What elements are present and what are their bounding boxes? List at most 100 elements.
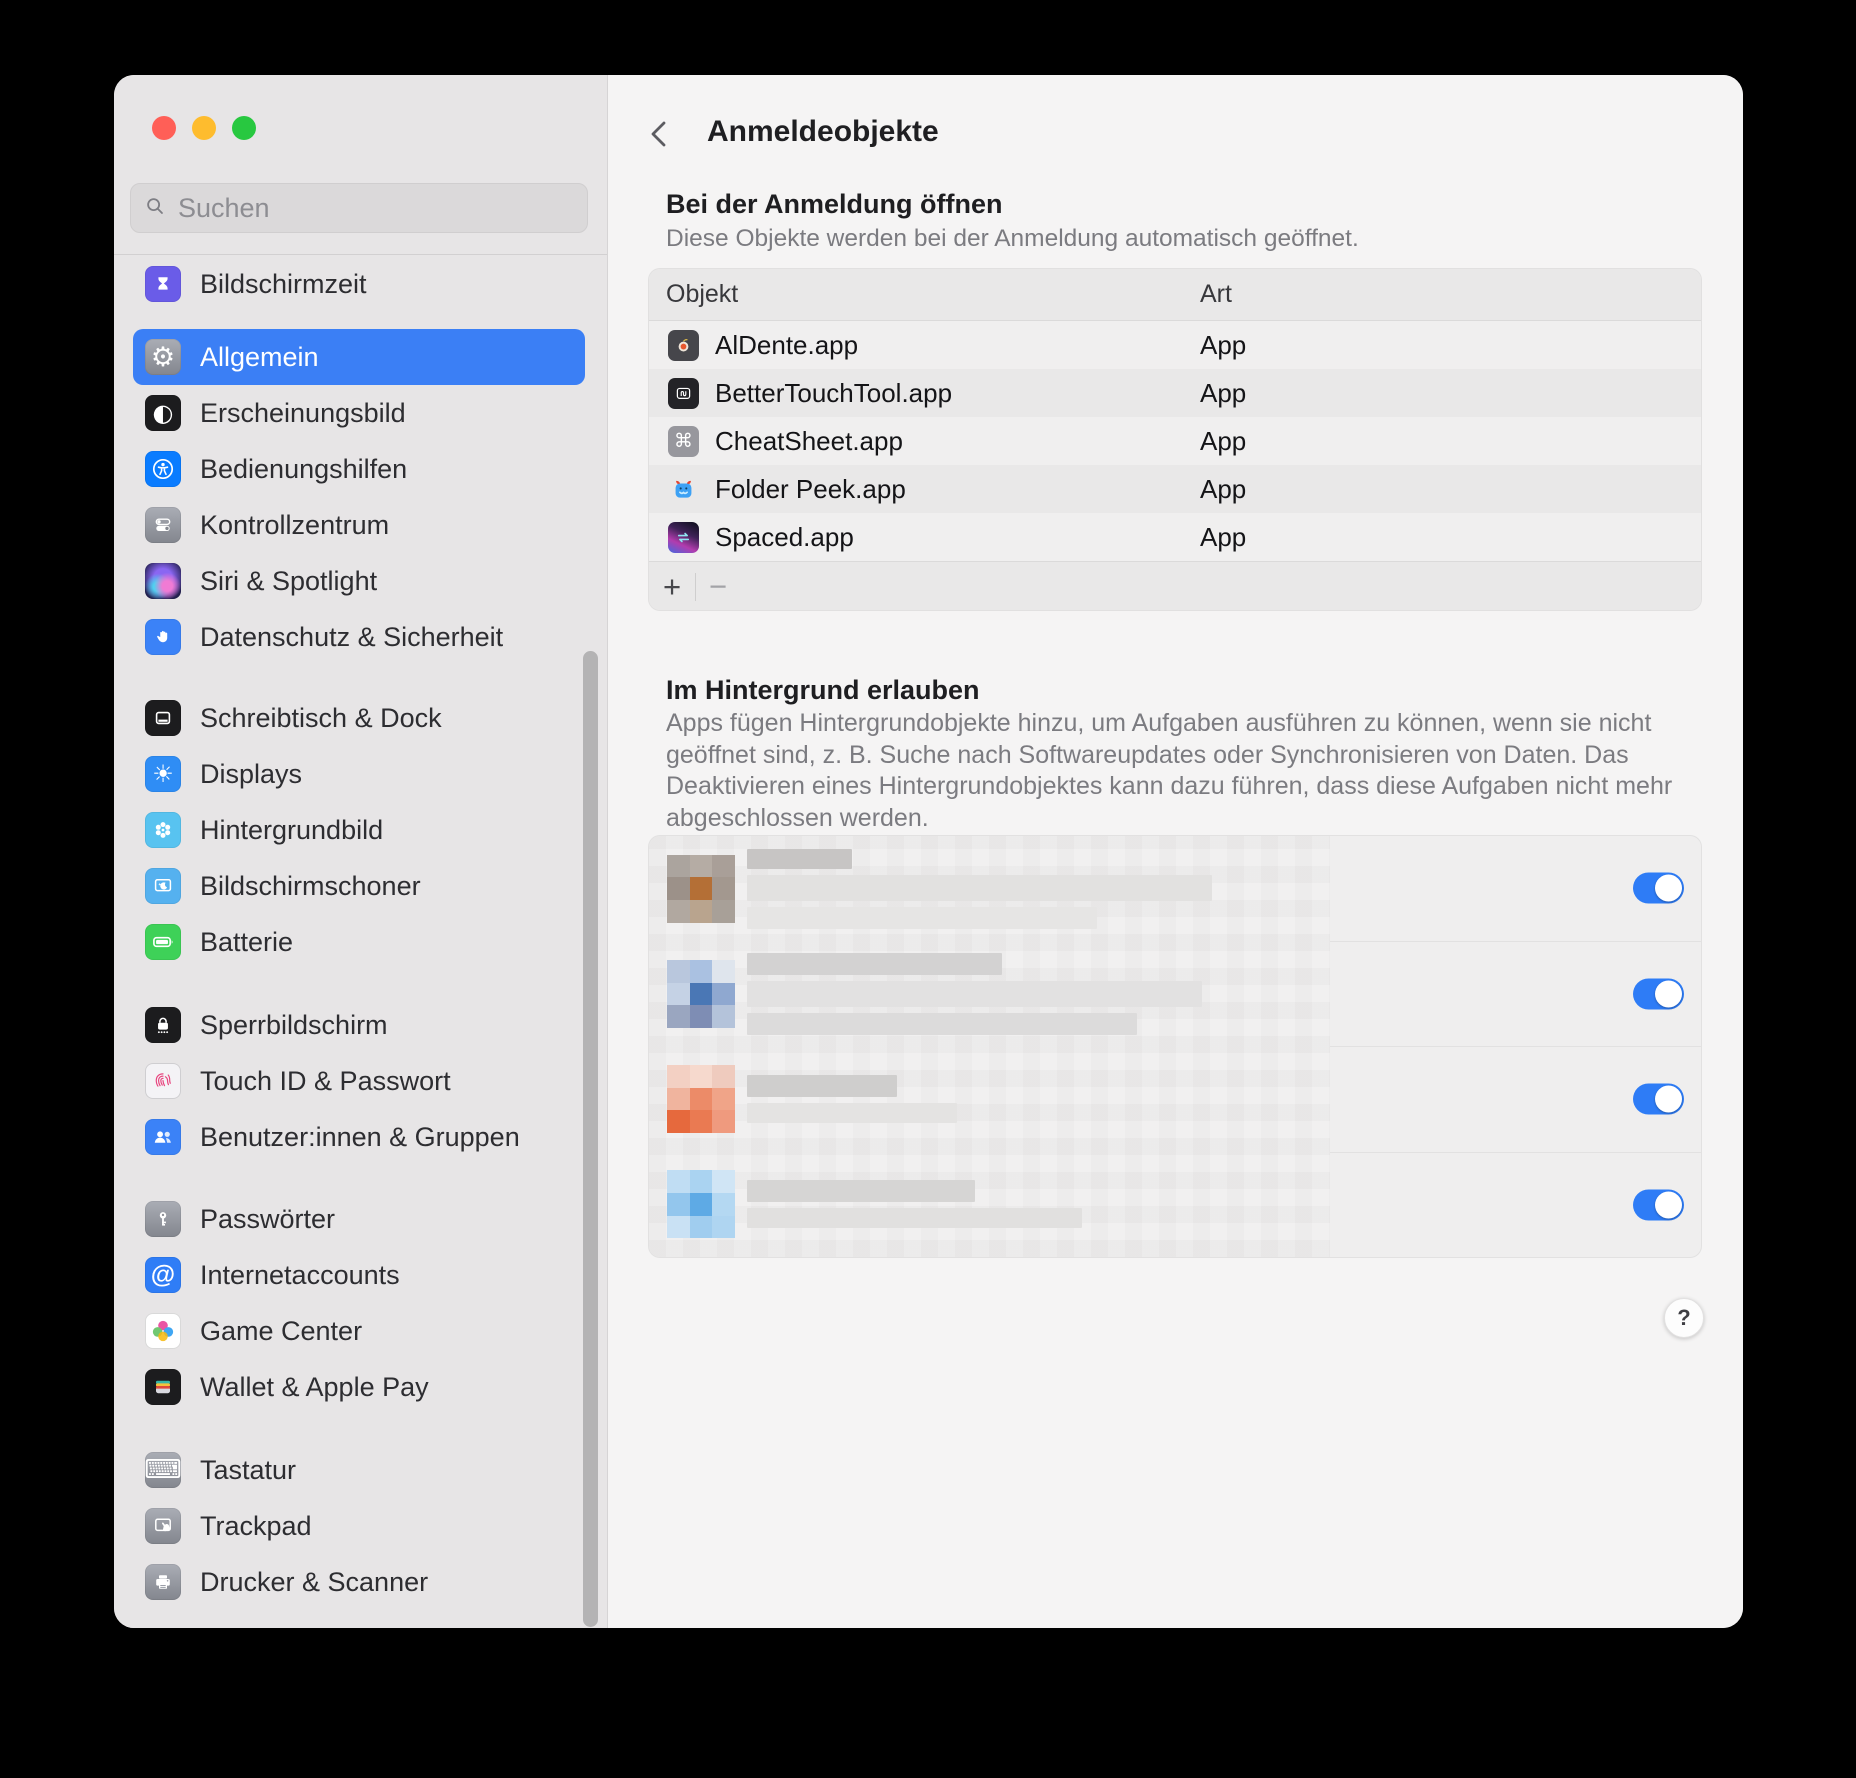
sidebar-item-label: Internetaccounts [200, 1259, 400, 1290]
sidebar-item-kontrollzentrum[interactable]: Kontrollzentrum [133, 497, 585, 553]
sidebar-item-benutzer[interactable]: Benutzer:innen & Gruppen [133, 1109, 585, 1165]
login-item-row[interactable]: AlDente.app App [649, 321, 1701, 369]
sidebar-group: Passwörter @ Internetaccounts Game Center Wa… [133, 1191, 585, 1415]
sidebar-item-batterie[interactable]: Batterie [133, 914, 585, 970]
redacted-background-item [649, 1047, 1330, 1152]
sidebar-item-label: Kontrollzentrum [200, 509, 390, 540]
table-header: Objekt Art [649, 269, 1701, 321]
background-items-panel [648, 835, 1702, 1258]
redacted-text-lines [747, 1075, 957, 1124]
redacted-text-lines [747, 1180, 1082, 1229]
gear-icon: ⚙ [145, 339, 181, 375]
minimize-button[interactable] [192, 116, 216, 140]
sidebar-item-erscheinungsbild[interactable]: ◐ Erscheinungsbild [133, 385, 585, 441]
login-item-name: CheatSheet.app [715, 425, 903, 456]
redacted-app-icon [667, 854, 735, 923]
sidebar-item-allgemein[interactable]: ⚙ Allgemein [133, 329, 585, 385]
sidebar-item-label: Batterie [200, 926, 294, 957]
sidebar-item-label: Wallet & Apple Pay [200, 1371, 429, 1402]
sun-icon: ☀ [145, 756, 181, 792]
login-item-row[interactable]: Folder Peek.app App [649, 465, 1701, 513]
sidebar-item-label: Benutzer:innen & Gruppen [200, 1121, 520, 1152]
sidebar-item-label: Datenschutz & Sicherheit [200, 621, 504, 652]
cheatsheet-app-icon: ⌘ [668, 425, 699, 457]
screen: Bildschirmzeit ⚙ Allgemein ◐ Erscheinungsbil… [0, 0, 1856, 1778]
open-at-login-heading: Bei der Anmeldung öffnen [666, 189, 1003, 219]
sidebar-item-label: Allgemein [200, 341, 319, 372]
sidebar-item-hintergrundbild[interactable]: Hintergrundbild [133, 802, 585, 858]
login-item-object-cell: Spaced.app [649, 521, 1200, 553]
printer-icon [145, 1564, 181, 1600]
redacted-text-lines [747, 848, 1212, 929]
sidebar-item-bildschirmzeit[interactable]: Bildschirmzeit [133, 256, 585, 312]
keyboard-icon: ⌨ [145, 1452, 181, 1488]
search-field[interactable] [130, 183, 588, 233]
sidebar-item-tastatur[interactable]: ⌨ Tastatur [133, 1442, 585, 1498]
close-button[interactable] [152, 116, 176, 140]
system-settings-window: Bildschirmzeit ⚙ Allgemein ◐ Erscheinungsbil… [114, 75, 1743, 1628]
spaced-app-icon [668, 521, 699, 553]
sidebar-group: Sperrbildschirm Touch ID & Passwort Benutz… [133, 997, 585, 1165]
sidebar-item-gamecenter[interactable]: Game Center [133, 1303, 585, 1359]
sidebar-item-datenschutz[interactable]: Datenschutz & Sicherheit [133, 609, 585, 665]
login-item-name: Spaced.app [715, 521, 854, 552]
background-item-toggle[interactable] [1633, 872, 1684, 904]
accessibility-icon [145, 451, 181, 487]
redacted-region [649, 836, 1330, 1257]
background-item-toggle[interactable] [1633, 1083, 1684, 1115]
sidebar-item-bildschirmschoner[interactable]: Bildschirmschoner [133, 858, 585, 914]
window-controls [152, 116, 256, 140]
login-item-row[interactable]: ⌘ CheatSheet.app App [649, 417, 1701, 465]
add-login-item-button[interactable]: + [649, 571, 695, 602]
sidebar-item-schreibtisch[interactable]: Schreibtisch & Dock [133, 690, 585, 746]
sidebar-item-internet[interactable]: @ Internetaccounts [133, 1247, 585, 1303]
appearance-icon: ◐ [145, 395, 181, 431]
remove-login-item-button[interactable]: − [696, 571, 740, 602]
sidebar-item-bedienungshilfen[interactable]: Bedienungshilfen [133, 441, 585, 497]
login-item-name: BetterTouchTool.app [715, 377, 953, 408]
login-item-object-cell: Folder Peek.app [649, 474, 1200, 505]
at-sign-icon: @ [145, 1257, 181, 1293]
sidebar-item-siri[interactable]: Siri & Spotlight [133, 553, 585, 609]
search-input[interactable] [176, 191, 556, 225]
sidebar-item-label: Erscheinungsbild [200, 397, 406, 428]
redacted-background-item [649, 941, 1330, 1046]
sidebar-item-label: Game Center [200, 1315, 363, 1346]
sidebar-item-sperrbildschirm[interactable]: Sperrbildschirm [133, 997, 585, 1053]
sidebar-item-drucker[interactable]: Drucker & Scanner [133, 1554, 585, 1610]
sidebar-item-wallet[interactable]: Wallet & Apple Pay [133, 1359, 585, 1415]
flower-icon [145, 812, 181, 848]
background-item-toggle[interactable] [1633, 1189, 1684, 1221]
sidebar-item-touchid[interactable]: Touch ID & Passwort [133, 1053, 585, 1109]
redacted-app-icon [667, 959, 735, 1028]
hourglass-icon [145, 266, 181, 302]
settings-nav: Bildschirmzeit ⚙ Allgemein ◐ Erscheinungsbil… [133, 256, 585, 1610]
hand-icon [145, 619, 181, 655]
sidebar-item-trackpad[interactable]: Trackpad [133, 1498, 585, 1554]
sidebar-item-displays[interactable]: ☀ Displays [133, 746, 585, 802]
battery-icon [145, 924, 181, 960]
login-item-row[interactable]: Spaced.app App [649, 513, 1701, 561]
users-icon [145, 1119, 181, 1155]
open-at-login-subtitle: Diese Objekte werden bei der Anmeldung a… [666, 225, 1359, 252]
login-item-row[interactable]: BetterTouchTool.app App [649, 369, 1701, 417]
sidebar-item-label: Schreibtisch & Dock [200, 702, 442, 733]
sidebar-item-label: Tastatur [200, 1454, 297, 1485]
redacted-app-icon [667, 1170, 735, 1239]
background-item-toggle[interactable] [1633, 978, 1684, 1010]
sidebar-group: ⚙ Allgemein ◐ Erscheinungsbild Bedienungshil… [133, 329, 585, 665]
content-pane: Anmeldeobjekte Bei der Anmeldung öffnen … [609, 75, 1743, 1628]
desktop-dock-icon [145, 700, 181, 736]
page-title: Anmeldeobjekte [707, 115, 939, 148]
lock-icon [145, 1007, 181, 1043]
sidebar-item-passwoerter[interactable]: Passwörter [133, 1191, 585, 1247]
help-button[interactable]: ? [1664, 1298, 1704, 1338]
back-button[interactable] [645, 119, 675, 153]
sidebar-scrollbar[interactable] [583, 651, 598, 1627]
aldente-app-icon [668, 329, 699, 361]
zoom-button[interactable] [232, 116, 256, 140]
sidebar-item-label: Bildschirmzeit [200, 268, 367, 299]
login-item-kind: App [1200, 473, 1247, 504]
sidebar-item-label: Passwörter [200, 1203, 336, 1234]
login-item-kind: App [1200, 377, 1247, 408]
